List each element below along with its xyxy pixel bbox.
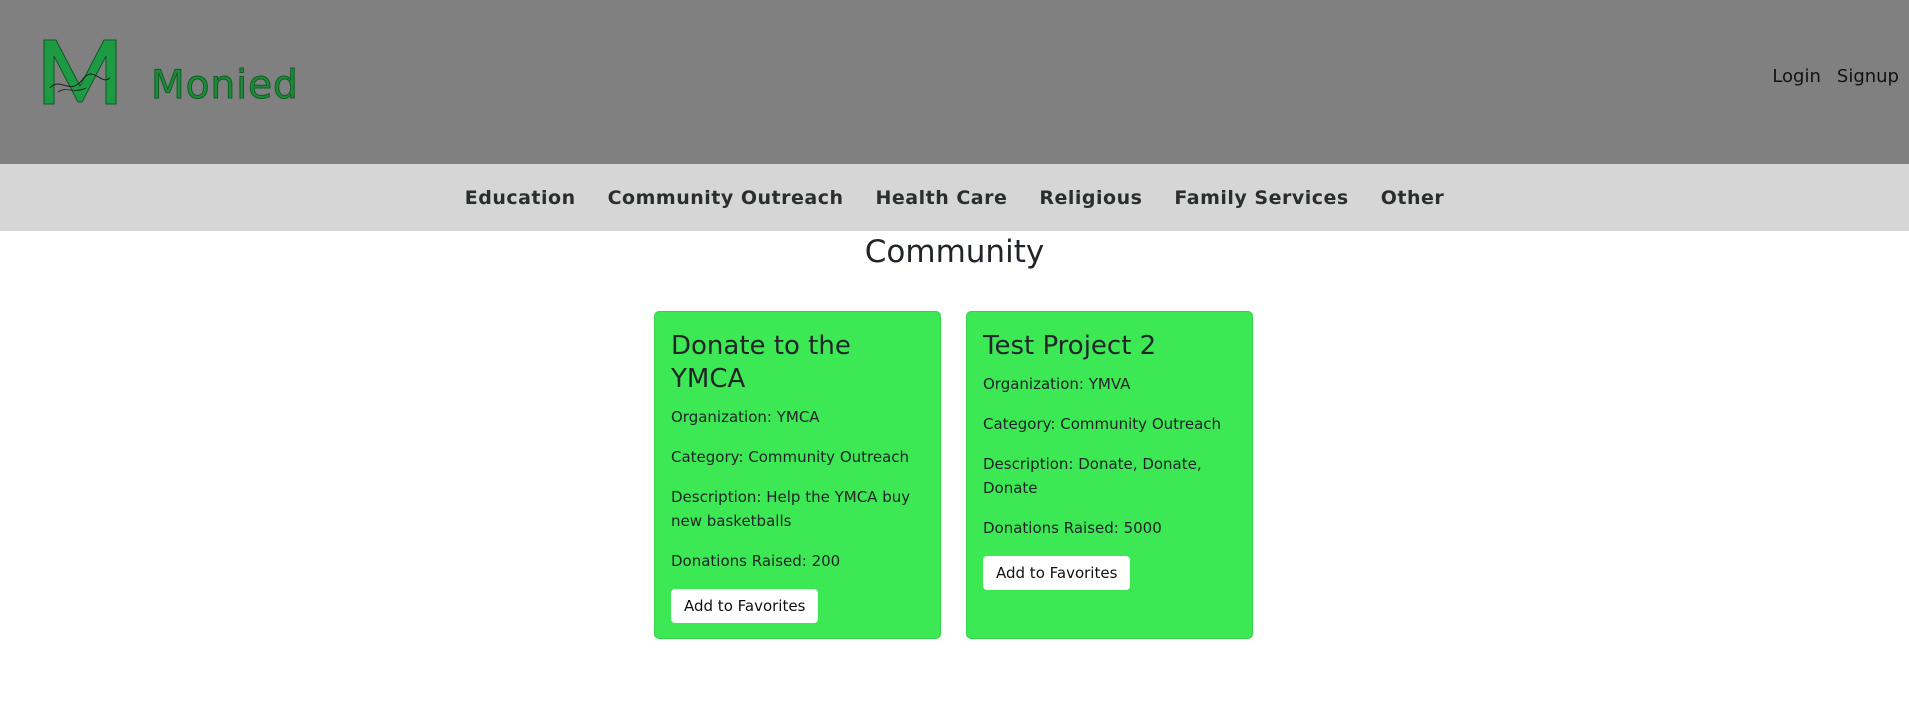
add-to-favorites-button[interactable]: Add to Favorites (671, 589, 819, 623)
login-link[interactable]: Login (1772, 66, 1821, 87)
nav-item-education[interactable]: Education (465, 187, 576, 209)
monied-logo-icon[interactable] (40, 36, 120, 108)
nav-item-health-care[interactable]: Health Care (875, 187, 1007, 209)
project-card: Donate to the YMCA Organization: YMCA Ca… (654, 311, 941, 639)
card-donations: Donations Raised: 5000 (983, 519, 1162, 537)
card-donations: Donations Raised: 200 (671, 552, 841, 570)
card-title: Test Project 2 (983, 331, 1157, 361)
card-category: Category: Community Outreach (983, 415, 1222, 433)
signup-link[interactable]: Signup (1837, 66, 1899, 87)
nav-item-religious[interactable]: Religious (1039, 187, 1142, 209)
category-nav: Education Community Outreach Health Care… (0, 164, 1909, 231)
add-to-favorites-button[interactable]: Add to Favorites (983, 556, 1131, 590)
card-description: Description: Donate, Donate, Donate (983, 455, 1202, 497)
nav-item-community-outreach[interactable]: Community Outreach (608, 187, 844, 209)
brand-name[interactable]: Monied (151, 66, 299, 106)
card-category: Category: Community Outreach (671, 448, 910, 466)
nav-item-other[interactable]: Other (1381, 187, 1445, 209)
site-header: Monied Login Signup (0, 0, 1909, 164)
card-organization: Organization: YMCA (671, 408, 820, 426)
project-card: Test Project 2 Organization: YMVA Catego… (966, 311, 1253, 639)
nav-item-family-services[interactable]: Family Services (1174, 187, 1348, 209)
card-description: Description: Help the YMCA buy new baske… (671, 488, 911, 530)
card-organization: Organization: YMVA (983, 375, 1131, 393)
auth-links: Login Signup (1772, 66, 1899, 87)
card-title: Donate to the YMCA (671, 331, 851, 394)
page-title: Community (864, 234, 1045, 270)
